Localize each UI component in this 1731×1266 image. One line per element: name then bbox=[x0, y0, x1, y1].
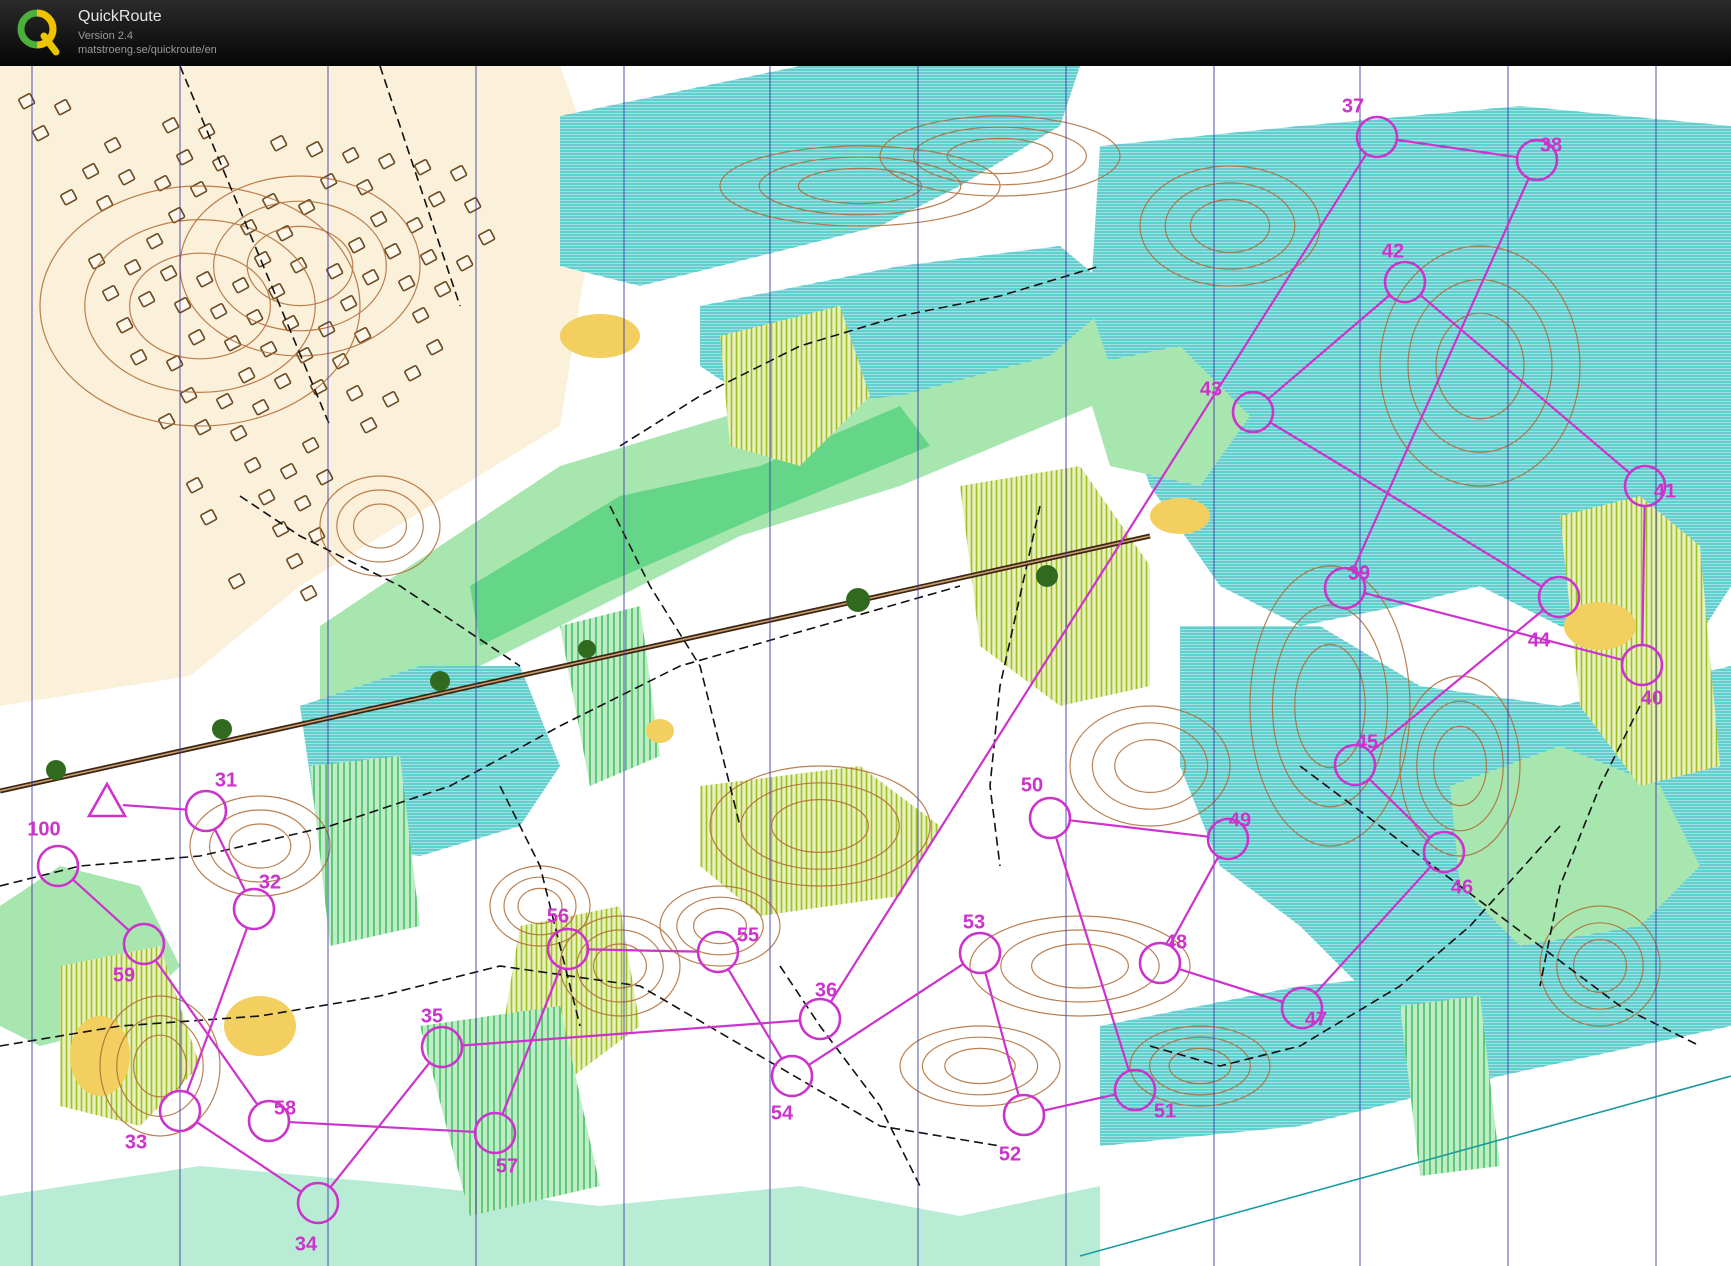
control-label-41: 41 bbox=[1654, 480, 1676, 502]
app-title: QuickRoute bbox=[78, 8, 162, 25]
control-label-59: 59 bbox=[113, 964, 135, 986]
open-patch-1 bbox=[560, 314, 640, 358]
control-label-56: 56 bbox=[547, 905, 569, 927]
quickroute-logo-icon bbox=[17, 9, 60, 56]
control-label-35: 35 bbox=[421, 1005, 443, 1027]
control-label-44: 44 bbox=[1528, 629, 1551, 651]
control-label-46: 46 bbox=[1451, 876, 1473, 898]
control-label-37: 37 bbox=[1342, 95, 1364, 117]
control-label-47: 47 bbox=[1305, 1008, 1327, 1030]
control-label-43: 43 bbox=[1200, 378, 1222, 400]
control-label-57: 57 bbox=[496, 1155, 518, 1177]
control-label-50: 50 bbox=[1021, 774, 1043, 796]
app-header: QuickRoute Version 2.4 matstroeng.se/qui… bbox=[0, 0, 1731, 67]
control-label-42: 42 bbox=[1382, 240, 1404, 262]
control-label-31: 31 bbox=[215, 769, 237, 791]
control-label-100: 100 bbox=[27, 818, 60, 840]
control-label-40: 40 bbox=[1641, 687, 1663, 709]
control-label-54: 54 bbox=[771, 1102, 794, 1124]
control-label-34: 34 bbox=[295, 1233, 318, 1255]
control-label-39: 39 bbox=[1348, 562, 1370, 584]
control-label-45: 45 bbox=[1356, 731, 1378, 753]
open-patch-6 bbox=[224, 996, 296, 1056]
control-label-32: 32 bbox=[259, 871, 281, 893]
control-label-38: 38 bbox=[1540, 134, 1562, 156]
orienteering-map[interactable]: 31 32 33 34 35 36 37 38 39 40 41 42 43 44 45 46 47 48 49 50… bbox=[0, 66, 1731, 1266]
control-label-52: 52 bbox=[999, 1143, 1021, 1165]
control-label-36: 36 bbox=[815, 979, 837, 1001]
control-label-48: 48 bbox=[1165, 931, 1187, 953]
app-version: Version 2.4 bbox=[78, 30, 134, 42]
control-label-33: 33 bbox=[125, 1131, 147, 1153]
control-label-49: 49 bbox=[1229, 809, 1251, 831]
control-label-58: 58 bbox=[274, 1097, 296, 1119]
map-canvas[interactable]: 31 32 33 34 35 36 37 38 39 40 41 42 43 44 45 46 47 48 49 50… bbox=[0, 66, 1731, 1266]
control-label-51: 51 bbox=[1154, 1100, 1176, 1122]
open-patch-3 bbox=[646, 719, 674, 743]
control-label-55: 55 bbox=[737, 924, 759, 946]
control-label-53: 53 bbox=[963, 911, 985, 933]
open-patch-2 bbox=[1150, 498, 1210, 534]
app-url: matstroeng.se/quickroute/en bbox=[78, 44, 217, 56]
